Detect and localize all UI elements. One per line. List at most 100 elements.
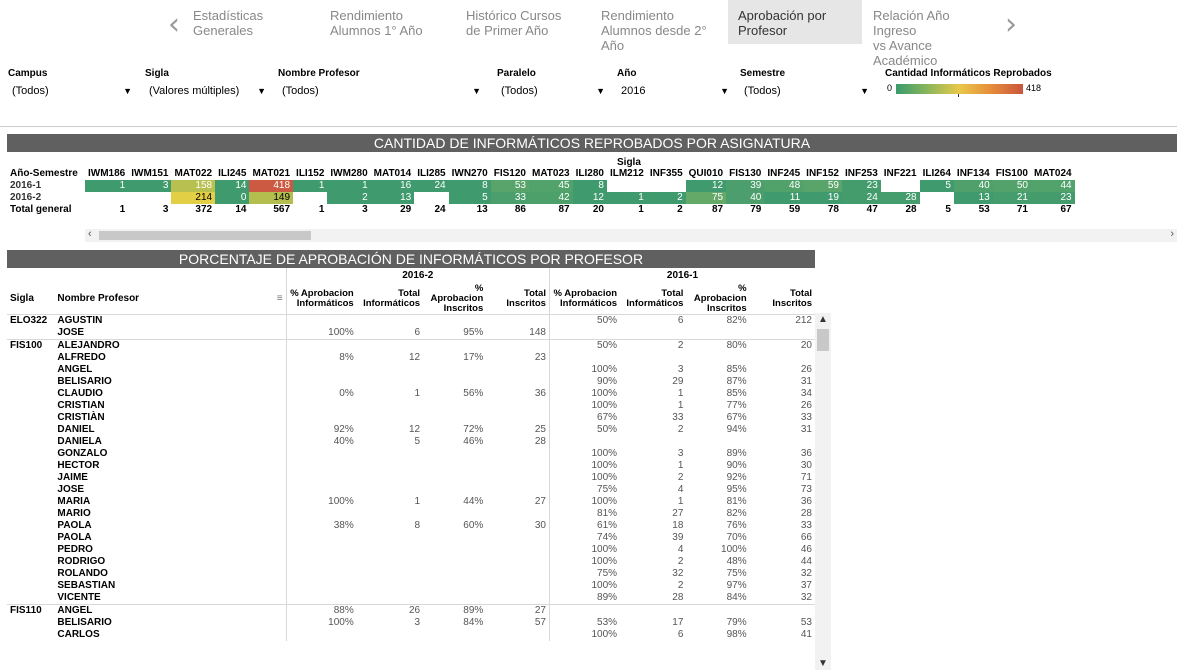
tab-estadisticas-generales[interactable]: Estadísticas Generales xyxy=(183,0,308,44)
heat-cell[interactable]: 14 xyxy=(215,180,250,192)
table-row[interactable]: FIS100 ALEJANDRO 50% 2 80% 20 xyxy=(7,339,815,352)
heat-cell[interactable]: 418 xyxy=(249,180,294,192)
tab-historico-cursos[interactable]: Histórico Cursos de Primer Año xyxy=(456,0,581,44)
heat-cell[interactable]: 11 xyxy=(764,192,804,204)
heat-cell[interactable] xyxy=(647,180,686,192)
heat-cell[interactable]: 53 xyxy=(490,180,529,192)
heat-cell[interactable]: 28 xyxy=(880,192,920,204)
heat-cell[interactable]: 48 xyxy=(764,180,804,192)
table-row[interactable]: ELO322 AGUSTIN 50% 6 82% 212 xyxy=(7,314,815,327)
scroll-thumb[interactable] xyxy=(817,329,829,351)
table-row[interactable]: RODRIGO 100% 2 48% 44 xyxy=(7,556,815,568)
vertical-scrollbar[interactable]: ▲ ▼ xyxy=(815,313,831,670)
heat-cell[interactable]: 149 xyxy=(249,192,294,204)
sigla-dropdown[interactable]: (Valores múltiples) ▼ xyxy=(145,82,271,100)
heat-cell[interactable]: 1 xyxy=(293,180,328,192)
table-row[interactable]: JAIME 100% 2 92% 71 xyxy=(7,472,815,484)
paralelo-dropdown[interactable]: (Todos) ▼ xyxy=(497,82,610,100)
heat-cell[interactable]: 0 xyxy=(215,192,250,204)
table-row[interactable]: MARIO 81% 27 82% 28 xyxy=(7,508,815,520)
heat-cell[interactable] xyxy=(881,180,920,192)
heat-cell[interactable]: 42 xyxy=(528,192,573,204)
table-row[interactable]: PAOLA 38% 8 60% 30 61% 18 76% 33 xyxy=(7,520,815,532)
scroll-thumb[interactable] xyxy=(99,231,311,240)
anio-dropdown[interactable]: 2016 ▼ xyxy=(617,82,734,100)
table-row[interactable]: CARLOS 100% 6 98% 41 xyxy=(7,629,815,641)
heat-cell[interactable]: 5 xyxy=(448,192,491,204)
heat-cell[interactable]: 45 xyxy=(528,180,573,192)
table-row[interactable]: DANIELA 40% 5 46% 28 xyxy=(7,436,815,448)
heat-cell[interactable]: 3 xyxy=(128,180,172,192)
tab-rendimiento-primer-anio[interactable]: Rendimiento Alumnos 1° Año xyxy=(320,0,445,44)
heat-cell[interactable] xyxy=(920,192,954,204)
table-row[interactable]: ALFREDO 8% 12 17% 23 xyxy=(7,352,815,364)
nav-prev-arrow[interactable]: ‹ xyxy=(168,10,180,40)
tab-aprobacion-profesor[interactable]: Aprobación por Profesor xyxy=(728,0,862,44)
table-row[interactable]: ANGEL 100% 3 85% 26 xyxy=(7,364,815,376)
heat-cell[interactable] xyxy=(293,192,327,204)
table-row[interactable]: JOSE 75% 4 95% 73 xyxy=(7,484,815,496)
heat-cell[interactable]: 19 xyxy=(803,192,842,204)
heat-cell[interactable]: 59 xyxy=(803,180,842,192)
table-row[interactable]: PEDRO 100% 4 100% 46 xyxy=(7,544,815,556)
table-row[interactable]: GONZALO 100% 3 89% 36 xyxy=(7,448,815,460)
table-row[interactable]: JOSE 100% 6 95% 148 xyxy=(7,327,815,340)
profesor-dropdown[interactable]: (Todos) ▼ xyxy=(278,82,486,100)
heat-cell[interactable]: 75 xyxy=(685,192,727,204)
heat-cell[interactable]: 158 xyxy=(171,180,216,192)
table-row[interactable]: BELISARIO 90% 29 87% 31 xyxy=(7,376,815,388)
table-row[interactable]: SEBASTIAN 100% 2 97% 37 xyxy=(7,580,815,592)
heat-cell[interactable] xyxy=(85,192,128,204)
table-row[interactable]: ROLANDO 75% 32 75% 32 xyxy=(7,568,815,580)
scroll-up-icon[interactable]: ▲ xyxy=(818,314,828,325)
horizontal-scrollbar[interactable]: ‹ › xyxy=(85,228,1177,242)
heat-cell[interactable]: 24 xyxy=(841,192,881,204)
heat-cell[interactable]: 12 xyxy=(685,180,727,192)
heat-cell[interactable]: 214 xyxy=(171,192,216,204)
heat-cell[interactable]: 8 xyxy=(448,180,491,192)
heat-cell[interactable]: 13 xyxy=(953,192,993,204)
table-row[interactable]: BELISARIO 100% 3 84% 57 53% 17 79% 53 xyxy=(7,617,815,629)
heat-cell[interactable]: 1 xyxy=(85,180,129,192)
heat-cell[interactable]: 13 xyxy=(370,192,415,204)
heat-cell[interactable]: 24 xyxy=(414,180,449,192)
heat-cell[interactable]: 1 xyxy=(327,180,371,192)
scroll-left-icon[interactable]: ‹ xyxy=(88,228,92,240)
table-row[interactable]: DANIEL 92% 12 72% 25 50% 2 94% 31 xyxy=(7,424,815,436)
heat-cell[interactable]: 44 xyxy=(1030,180,1075,192)
campus-dropdown[interactable]: (Todos) ▼ xyxy=(8,82,137,100)
heat-cell[interactable]: 8 xyxy=(572,180,607,192)
heat-cell[interactable]: 39 xyxy=(726,180,765,192)
table-row[interactable]: CRISTIAN 100% 1 77% 26 xyxy=(7,400,815,412)
table-row[interactable]: VICENTE 89% 28 84% 32 xyxy=(7,592,815,605)
table-row[interactable]: HECTOR 100% 1 90% 30 xyxy=(7,460,815,472)
sort-icon[interactable]: ≡ xyxy=(277,293,283,305)
heat-cell[interactable] xyxy=(128,192,171,204)
scroll-down-icon[interactable]: ▼ xyxy=(818,658,828,669)
heat-cell[interactable]: 2 xyxy=(327,192,371,204)
tab-relacion-anio-ingreso[interactable]: Relación Año Ingreso vs Avance Académico xyxy=(863,0,1003,68)
table-row[interactable]: CRISTIÀN 67% 33 67% 33 xyxy=(7,412,815,424)
heat-cell[interactable]: 40 xyxy=(953,180,993,192)
scroll-right-icon[interactable]: › xyxy=(1170,228,1174,240)
tab-rendimiento-segundo-anio[interactable]: Rendimiento Alumnos desde 2° Año xyxy=(591,0,726,53)
heat-cell[interactable]: 21 xyxy=(992,192,1031,204)
table-row[interactable]: CLAUDIO 0% 1 56% 36 100% 1 85% 34 xyxy=(7,388,815,400)
heat-cell[interactable] xyxy=(607,180,647,192)
heat-cell[interactable]: 12 xyxy=(572,192,607,204)
heat-cell[interactable]: 1 xyxy=(606,192,647,204)
heat-cell[interactable]: 2 xyxy=(646,192,686,204)
heat-cell[interactable]: 23 xyxy=(1030,192,1075,204)
heat-cell[interactable]: 23 xyxy=(841,180,881,192)
table-row[interactable]: FIS110 ANGEL 88% 26 89% 27 xyxy=(7,604,815,617)
nav-next-arrow[interactable]: › xyxy=(1005,10,1017,40)
heat-cell[interactable] xyxy=(414,192,448,204)
table-row[interactable]: PAOLA 74% 39 70% 66 xyxy=(7,532,815,544)
heat-cell[interactable]: 5 xyxy=(919,180,954,192)
heat-cell[interactable]: 40 xyxy=(726,192,765,204)
semestre-dropdown[interactable]: (Todos) ▼ xyxy=(740,82,874,100)
table-row[interactable]: MARIA 100% 1 44% 27 100% 1 81% 36 xyxy=(7,496,815,508)
heat-cell[interactable]: 33 xyxy=(490,192,529,204)
heat-cell[interactable]: 16 xyxy=(370,180,415,192)
heat-cell[interactable]: 50 xyxy=(992,180,1031,192)
